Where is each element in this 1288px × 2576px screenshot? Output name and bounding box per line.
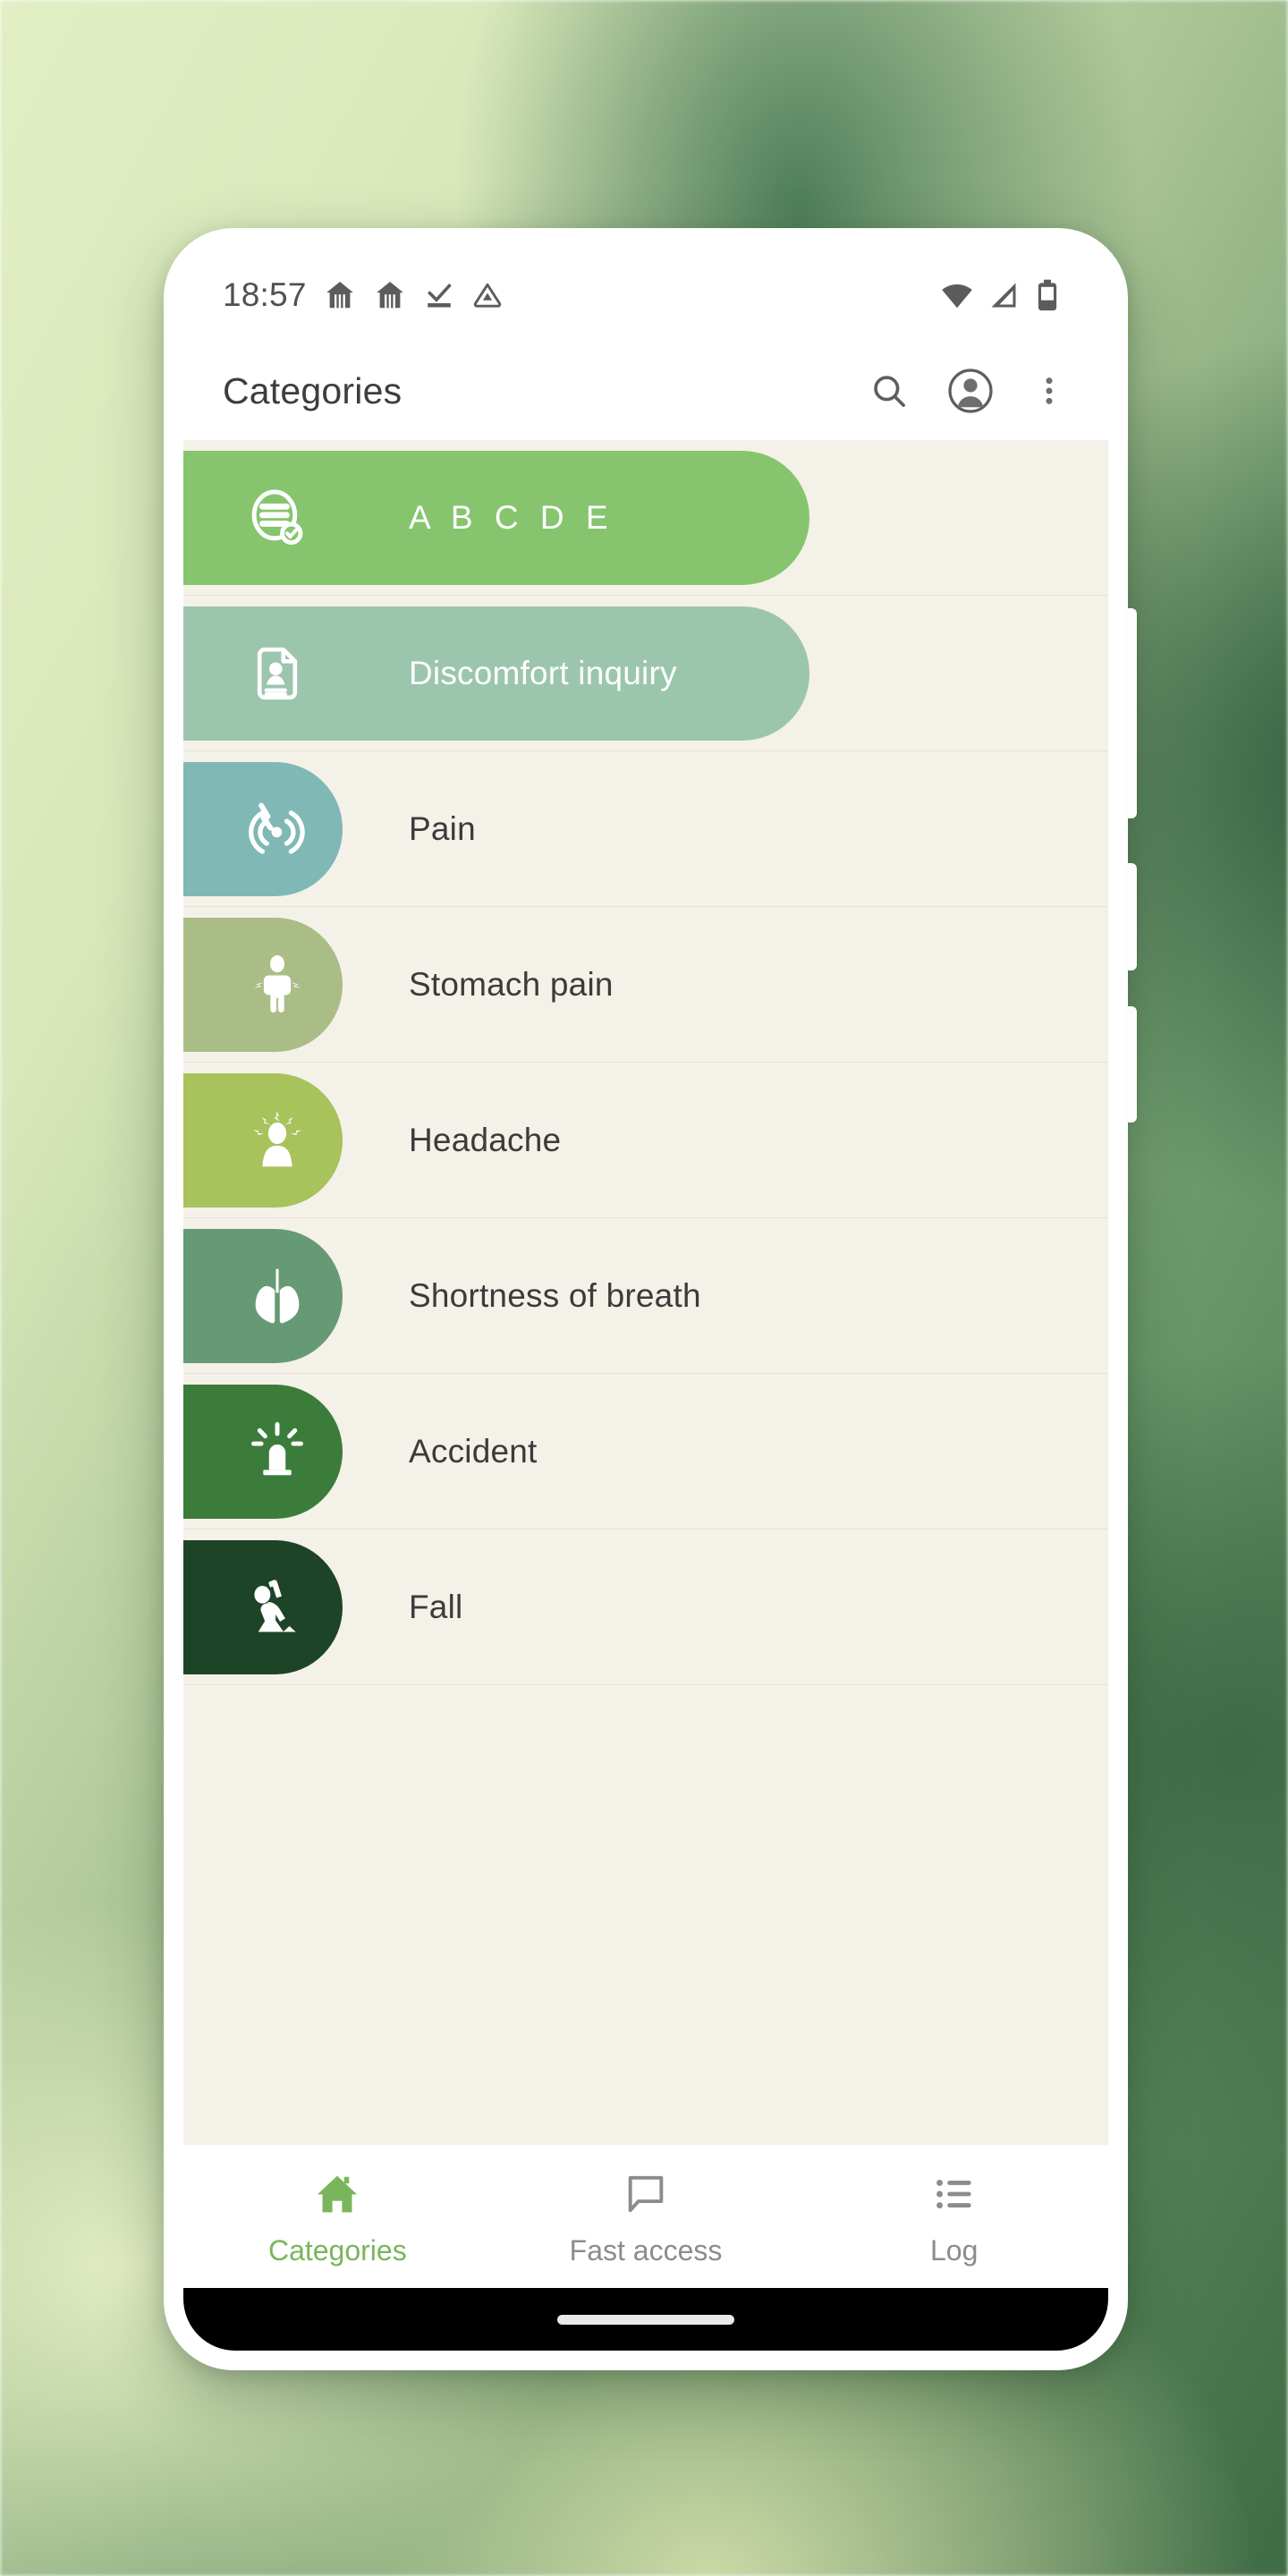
home-icon bbox=[314, 2171, 360, 2222]
stomach-pain-icon bbox=[244, 952, 310, 1018]
checklist-circle-icon bbox=[244, 485, 310, 551]
status-bar-right bbox=[940, 278, 1062, 312]
home-indicator[interactable] bbox=[557, 2314, 734, 2325]
pain-radiate-icon bbox=[244, 796, 310, 862]
headache-icon bbox=[244, 1107, 310, 1174]
category-list[interactable]: A B C D E Discomfort inquiry Pain Stomac… bbox=[183, 440, 1108, 2145]
row-color-pill bbox=[183, 1229, 343, 1363]
speech-bubble-icon bbox=[623, 2171, 669, 2222]
row-color-pill bbox=[183, 762, 343, 896]
list-item-label: Accident bbox=[409, 1432, 538, 1470]
list-item[interactable]: Stomach pain bbox=[183, 907, 1108, 1063]
emergency-beacon-icon bbox=[244, 1419, 310, 1485]
list-item[interactable]: Pain bbox=[183, 751, 1108, 907]
list-item[interactable]: Headache bbox=[183, 1063, 1108, 1218]
nav-label: Log bbox=[929, 2234, 979, 2267]
row-color-pill bbox=[183, 1385, 343, 1519]
volume-rocker-button[interactable] bbox=[1124, 608, 1137, 818]
search-icon[interactable] bbox=[869, 370, 910, 411]
home-alert-icon bbox=[326, 281, 353, 308]
nav-label: Fast access bbox=[569, 2234, 723, 2267]
phone-screen: 18:57 Categories A B C D E Discomfort in… bbox=[183, 248, 1108, 2351]
account-avatar-icon[interactable] bbox=[947, 368, 994, 414]
page-title: Categories bbox=[223, 369, 402, 411]
list-item-label: Fall bbox=[409, 1588, 463, 1625]
nav-item-categories[interactable]: Categories bbox=[183, 2171, 492, 2267]
list-item[interactable]: Shortness of breath bbox=[183, 1218, 1108, 1374]
app-bar: Categories bbox=[183, 342, 1108, 440]
status-bar-left: 18:57 bbox=[223, 276, 504, 314]
list-item[interactable]: Accident bbox=[183, 1374, 1108, 1530]
app-bar-actions bbox=[869, 368, 1067, 414]
battery-icon bbox=[1038, 279, 1057, 310]
list-item-label: Discomfort inquiry bbox=[409, 654, 677, 691]
overflow-menu-icon[interactable] bbox=[1031, 371, 1067, 411]
nav-item-log[interactable]: Log bbox=[800, 2171, 1108, 2267]
wifi-icon bbox=[942, 284, 972, 308]
list-icon bbox=[931, 2171, 978, 2222]
row-color-pill bbox=[183, 918, 343, 1052]
gesture-navigation-bar bbox=[183, 2288, 1108, 2351]
status-bar: 18:57 bbox=[183, 248, 1108, 342]
list-item[interactable]: Fall bbox=[183, 1530, 1108, 1685]
falling-person-icon bbox=[244, 1574, 310, 1640]
row-color-pill bbox=[183, 1073, 343, 1208]
cloud-warning-icon bbox=[473, 283, 501, 308]
list-item-label: Stomach pain bbox=[409, 965, 614, 1003]
row-color-pill bbox=[183, 1540, 343, 1674]
list-item[interactable]: A B C D E bbox=[183, 440, 1108, 596]
list-item[interactable]: Discomfort inquiry bbox=[183, 596, 1108, 751]
nav-item-fast-access[interactable]: Fast access bbox=[492, 2171, 801, 2267]
list-item-label: Pain bbox=[409, 809, 476, 847]
list-item-label: Headache bbox=[409, 1121, 562, 1158]
home-alert-icon bbox=[376, 281, 403, 308]
nav-label: Categories bbox=[267, 2234, 407, 2267]
power-button[interactable] bbox=[1124, 863, 1137, 970]
bottom-navigation-bar: Categories Fast access Log bbox=[183, 2145, 1108, 2288]
patient-document-icon bbox=[244, 640, 310, 707]
assistant-button[interactable] bbox=[1124, 1006, 1137, 1123]
list-item-label: Shortness of breath bbox=[409, 1276, 701, 1314]
cellular-signal-icon bbox=[991, 283, 1016, 307]
lungs-icon bbox=[244, 1263, 310, 1329]
list-item-label: A B C D E bbox=[409, 498, 614, 536]
task-done-icon bbox=[427, 283, 452, 307]
phone-device-frame: 18:57 Categories A B C D E Discomfort in… bbox=[164, 228, 1137, 2370]
status-bar-clock: 18:57 bbox=[223, 275, 307, 313]
